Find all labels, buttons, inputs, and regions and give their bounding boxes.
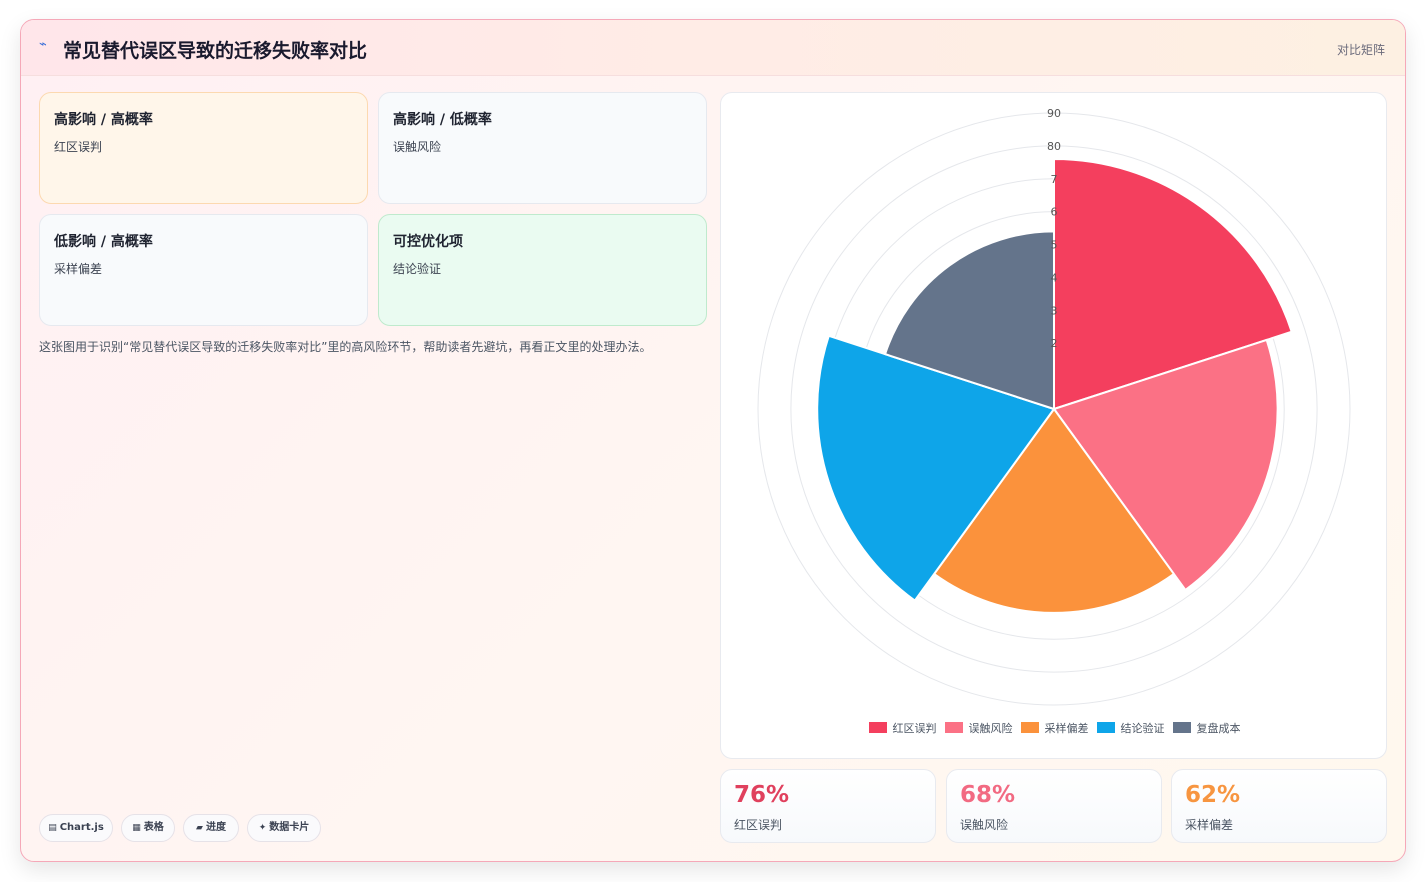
- progress-icon: ▰: [196, 823, 203, 833]
- stat-label: 采样偏差: [1185, 818, 1234, 832]
- legend-swatch: [1020, 722, 1039, 733]
- stat-value: 68%: [960, 782, 1016, 808]
- stat-label: 误触风险: [960, 818, 1009, 832]
- quadrant-item: 红区误判: [54, 140, 103, 154]
- legend-label: 红区误判: [892, 722, 937, 735]
- quadrant-item: 采样偏差: [54, 262, 103, 276]
- chart-description: 这张图用于识别“常见替代误区导致的迁移失败率对比”里的高风险环节，帮助读者先避坑…: [39, 340, 652, 354]
- polar-area-svg: 90 80 7 6 5 4 3 2: [757, 107, 1351, 706]
- legend-swatch: [868, 722, 887, 733]
- legend-item[interactable]: 误触风险: [944, 720, 1013, 736]
- quadrant-title: 高影响 / 低概率: [393, 112, 492, 128]
- tag-table[interactable]: ▦ 表格: [121, 814, 175, 842]
- tag-label: 进度: [205, 822, 226, 833]
- stat-card: 62% 采样偏差: [1171, 769, 1387, 843]
- legend-item[interactable]: 采样偏差: [1020, 720, 1089, 736]
- tick-label: 5: [1051, 239, 1058, 252]
- tag-data-card[interactable]: ✦ 数据卡片: [247, 814, 321, 842]
- stat-label: 红区误判: [734, 818, 783, 832]
- quadrant-title: 低影响 / 高概率: [54, 234, 153, 250]
- table-icon: ▦: [132, 823, 141, 833]
- sparkle-icon: ✦: [258, 823, 267, 833]
- legend-item[interactable]: 红区误判: [868, 720, 937, 736]
- legend-swatch: [1096, 722, 1115, 733]
- tick-label: 80: [1047, 140, 1061, 153]
- tick-label: 6: [1051, 206, 1058, 219]
- legend-item[interactable]: 结论验证: [1096, 720, 1165, 736]
- matrix-label: 对比矩阵: [1336, 43, 1385, 57]
- tick-label: 2: [1051, 337, 1058, 350]
- quadrant-controllable: 可控优化项 结论验证: [378, 214, 707, 326]
- chart-legend: 红区误判 误触风险 采样偏差 结论验证 复盘成本: [721, 720, 1388, 740]
- legend-label: 复盘成本: [1196, 722, 1241, 735]
- quadrant-item: 结论验证: [393, 262, 442, 276]
- stat-value: 62%: [1185, 782, 1241, 808]
- quadrant-high-impact-high-prob: 高影响 / 高概率 红区误判: [39, 92, 368, 204]
- header: ⌁ 常见替代误区导致的迁移失败率对比 对比矩阵: [21, 20, 1405, 76]
- chart-icon: ▤: [48, 823, 57, 833]
- stat-value: 76%: [734, 782, 790, 808]
- tick-label: 90: [1047, 107, 1061, 120]
- legend-swatch: [944, 722, 963, 733]
- tag-label: Chart.js: [59, 822, 104, 833]
- legend-swatch: [1172, 722, 1191, 733]
- legend-label: 误触风险: [968, 722, 1013, 735]
- legend-label: 结论验证: [1120, 722, 1165, 735]
- tag-label: 表格: [143, 822, 164, 833]
- quadrant-title: 高影响 / 高概率: [54, 112, 153, 128]
- quadrant-title: 可控优化项: [393, 234, 463, 250]
- quadrant-item: 误触风险: [393, 140, 442, 154]
- tick-label: 4: [1051, 271, 1058, 284]
- tag-progress[interactable]: ▰ 进度: [183, 814, 239, 842]
- quadrant-low-impact-high-prob: 低影响 / 高概率 采样偏差: [39, 214, 368, 326]
- page-title: 常见替代误区导致的迁移失败率对比: [63, 40, 368, 62]
- stat-card: 76% 红区误判: [720, 769, 936, 843]
- dashboard-card: ⌁ 常见替代误区导致的迁移失败率对比 对比矩阵 高影响 / 高概率 红区误判 高…: [20, 19, 1406, 862]
- tag-label: 数据卡片: [269, 822, 310, 833]
- tick-label: 3: [1051, 304, 1058, 317]
- legend-label: 采样偏差: [1044, 722, 1089, 735]
- lightning-icon: ⌁: [39, 37, 47, 52]
- legend-item[interactable]: 复盘成本: [1172, 720, 1241, 736]
- quadrant-high-impact-low-prob: 高影响 / 低概率 误触风险: [378, 92, 707, 204]
- stat-card: 68% 误触风险: [946, 769, 1162, 843]
- tag-chartjs[interactable]: ▤ Chart.js: [39, 814, 113, 842]
- polar-area-chart: 90 80 7 6 5 4 3 2 红区误判 误触风险 采样偏差 结论验证 复盘成本: [720, 92, 1387, 759]
- tick-label: 7: [1051, 173, 1058, 186]
